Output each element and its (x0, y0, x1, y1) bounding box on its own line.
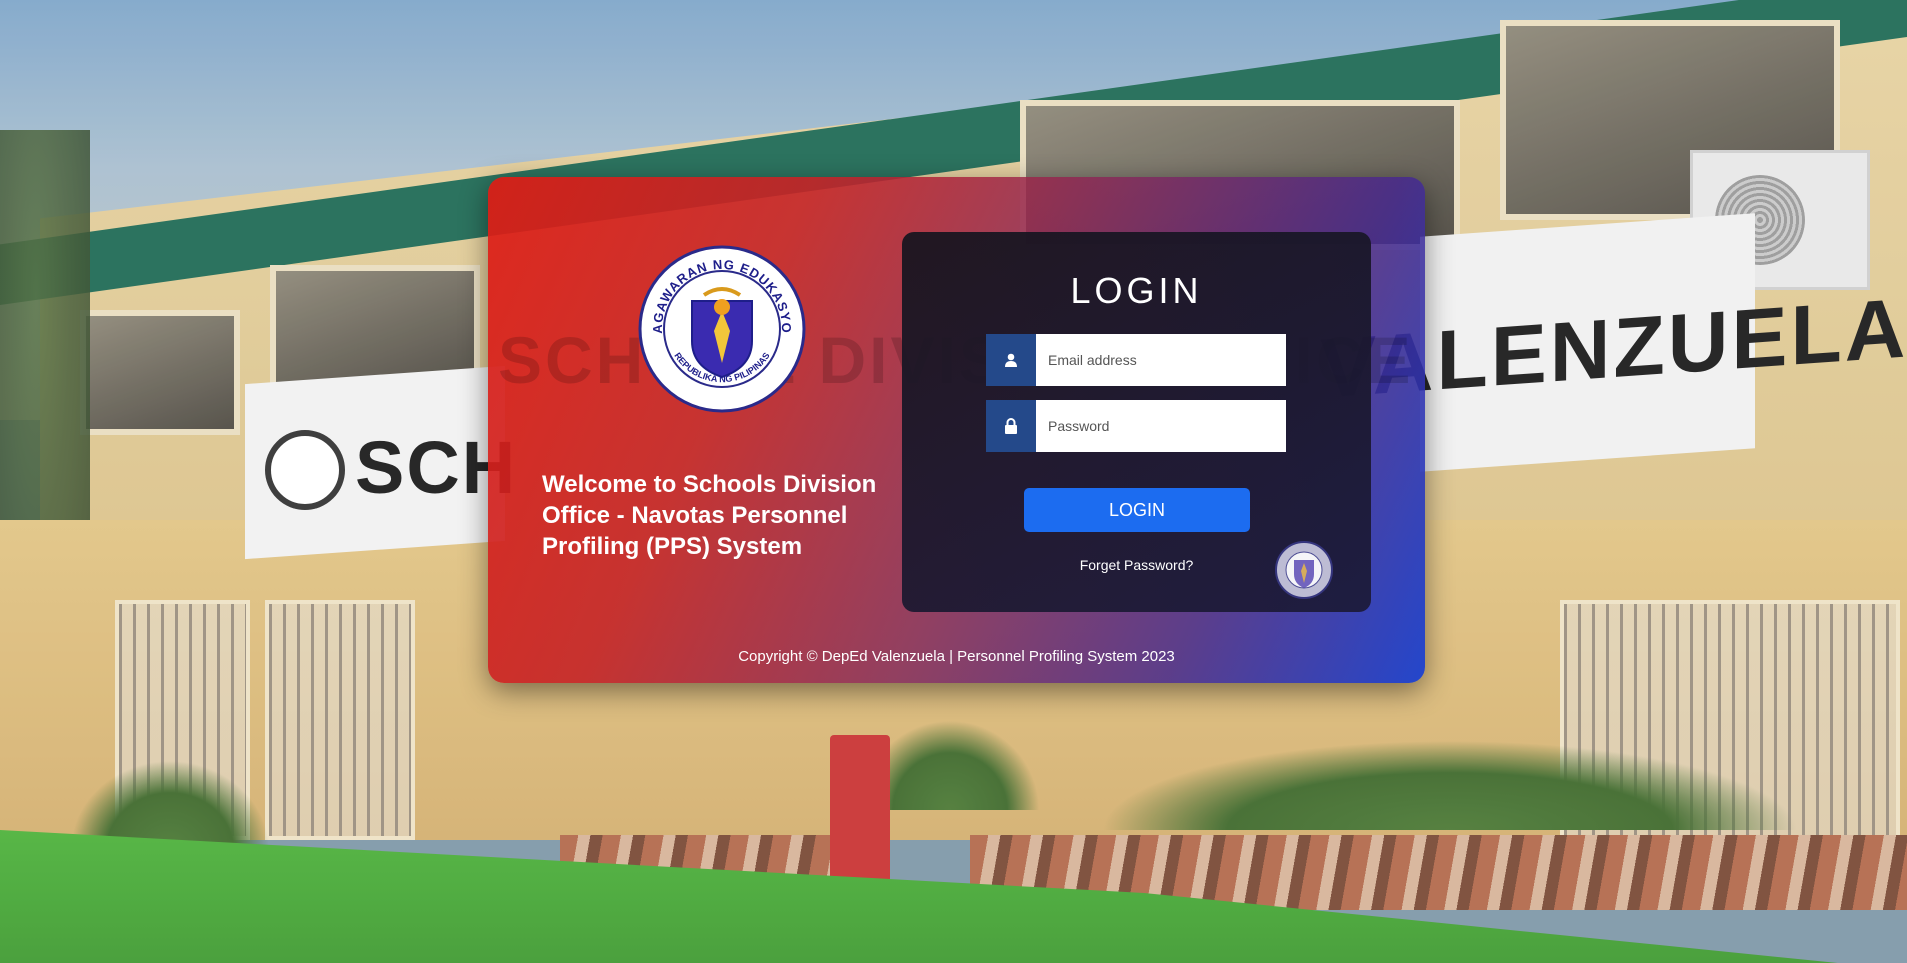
password-field[interactable] (1036, 400, 1286, 452)
login-panel: LOGIN LOGIN Forget Password? (902, 232, 1371, 612)
email-field-group (986, 334, 1286, 386)
login-button[interactable]: LOGIN (1024, 488, 1250, 532)
password-field-group (986, 400, 1286, 452)
email-field[interactable] (1036, 334, 1286, 386)
copyright-text: Copyright © DepEd Valenzuela | Personnel… (738, 648, 1175, 665)
deped-seal-logo: KAGAWARAN NG EDUKASYON REPUBLIKA NG PILI… (638, 245, 806, 413)
login-card: SCHOOL DIVISION OFFICE KAGAWARAN NG EDUK… (488, 177, 1425, 683)
deped-mini-seal-logo (1275, 541, 1333, 599)
welcome-heading: Welcome to Schools Division Office - Nav… (542, 471, 877, 560)
login-title: LOGIN (1070, 270, 1203, 311)
user-icon (986, 334, 1036, 386)
lock-icon (986, 400, 1036, 452)
